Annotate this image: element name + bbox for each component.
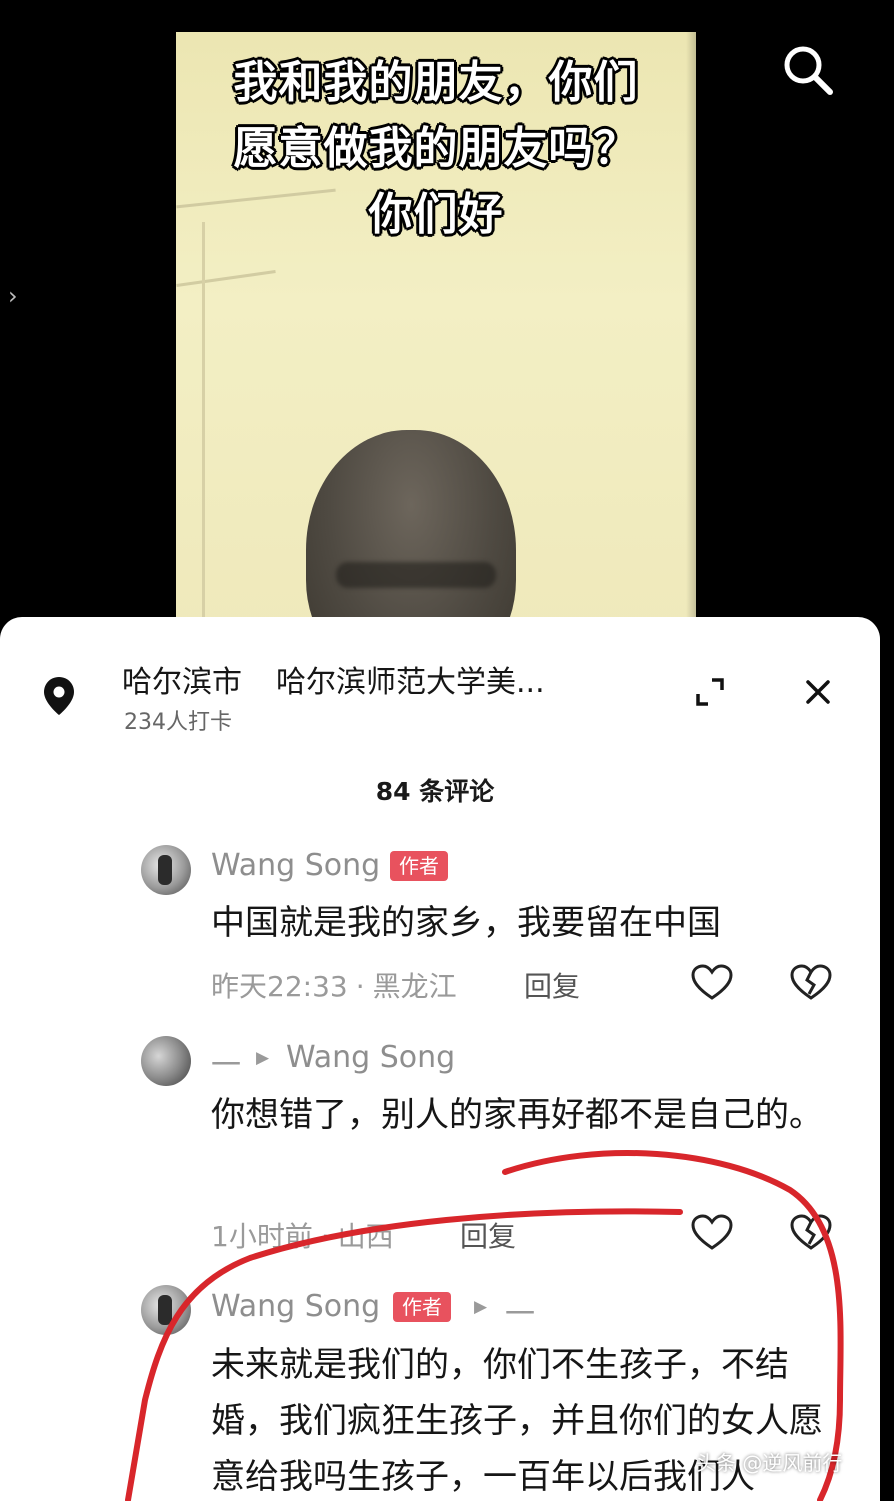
reply-arrow-icon: ▶ <box>256 1048 270 1068</box>
broken-heart-icon[interactable] <box>790 964 832 1002</box>
comment-username[interactable]: Wang Song <box>211 1289 380 1324</box>
location-pin-icon <box>44 677 74 715</box>
heart-icon[interactable] <box>691 964 733 1002</box>
location-city: 哈尔滨市 <box>122 665 242 700</box>
avatar[interactable] <box>141 1036 191 1086</box>
avatar[interactable] <box>141 1285 191 1335</box>
person-head <box>306 430 516 632</box>
location-place: 哈尔滨师范大学美... <box>276 665 545 700</box>
comment-time: 昨天22:33 <box>211 970 348 1003</box>
reply-to-username[interactable]: 一 <box>505 1289 535 1333</box>
reply-arrow-icon: ▶ <box>474 1297 488 1317</box>
avatar[interactable] <box>141 845 191 895</box>
heart-icon[interactable] <box>691 1214 733 1252</box>
author-badge: 作者 <box>393 1292 451 1322</box>
location-title[interactable]: 哈尔滨市 哈尔滨师范大学美... <box>122 657 545 701</box>
comment-text: 你想错了，别人的家再好都不是自己的。 <box>211 1095 823 1135</box>
comment-region: 山西 <box>337 1220 394 1253</box>
comment-text: 中国就是我的家乡，我要留在中国 <box>211 903 721 943</box>
close-icon[interactable] <box>800 674 836 710</box>
wall-detail <box>202 222 205 632</box>
comment-meta: 昨天22:33 · 黑龙江 <box>211 970 457 1003</box>
comment-count: 84 条评论 <box>375 777 495 806</box>
expand-icon[interactable] <box>692 674 728 710</box>
search-icon[interactable] <box>778 40 838 100</box>
video-caption: 我和我的朋友，你们愿意做我的朋友吗？你们好 <box>233 57 639 240</box>
watermark: 头条 @逆风前行 <box>696 1451 843 1475</box>
person-eyes <box>336 562 496 588</box>
comment-username[interactable]: 一 <box>211 1040 241 1084</box>
broken-heart-icon[interactable] <box>790 1214 832 1252</box>
wall-detail <box>176 270 276 287</box>
comment-username[interactable]: Wang Song <box>211 848 380 883</box>
video-player[interactable]: 我和我的朋友，你们愿意做我的朋友吗？你们好 <box>176 32 696 632</box>
reply-to-username[interactable]: Wang Song <box>286 1040 455 1075</box>
comment-region: 黑龙江 <box>372 970 457 1003</box>
comments-sheet: 哈尔滨市 哈尔滨师范大学美... 234人打卡 84 条评论 Wang Song … <box>0 617 880 1501</box>
chevron-right-icon[interactable]: › <box>8 282 18 310</box>
comment-meta: 1小时前 · 山西 <box>211 1220 394 1253</box>
reply-button[interactable]: 回复 <box>460 1215 516 1255</box>
screen: 我和我的朋友，你们愿意做我的朋友吗？你们好 › 哈尔滨市 哈尔滨师范大学美... … <box>0 0 894 1501</box>
reply-button[interactable]: 回复 <box>524 965 580 1005</box>
comment-text: 未来就是我们的，你们不生孩子，不结婚，我们疯狂生孩子，并且你们的女人愿意给我吗生… <box>211 1345 823 1497</box>
location-checkins: 234人打卡 <box>124 710 232 735</box>
author-badge: 作者 <box>390 851 448 881</box>
comment-time: 1小时前 <box>211 1220 313 1253</box>
